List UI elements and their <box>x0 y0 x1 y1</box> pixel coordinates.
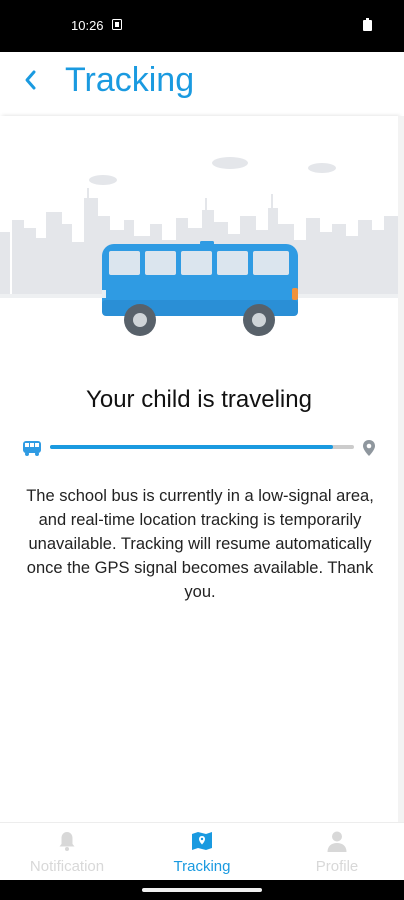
status-bar: 10:26 <box>0 0 404 52</box>
progress-fill <box>50 445 333 449</box>
bus-icon <box>102 241 298 336</box>
battery-icon <box>363 18 372 31</box>
status-time: 10:26 <box>71 18 104 33</box>
app-header <box>0 52 404 116</box>
home-indicator[interactable] <box>142 888 262 892</box>
cloud-icon <box>89 157 336 185</box>
tracking-unavailable-message: The school bus is currently in a low-sig… <box>26 487 374 601</box>
nav-item-tracking[interactable]: Tracking <box>135 823 269 881</box>
person-icon <box>327 831 347 852</box>
map-icon <box>192 832 212 850</box>
location-pin-icon <box>363 440 375 456</box>
nav-item-profile[interactable]: Profile <box>270 823 404 881</box>
trip-progress <box>20 438 380 460</box>
bus-icon <box>23 441 41 456</box>
back-button[interactable] <box>18 62 46 98</box>
bell-icon <box>59 832 75 851</box>
system-gesture-bar <box>0 880 404 900</box>
sim-icon <box>112 19 122 30</box>
nav-label-tracking: Tracking <box>173 858 231 875</box>
background-strip <box>398 116 404 822</box>
progress-track <box>50 445 354 449</box>
nav-item-notification[interactable]: Notification <box>0 823 134 881</box>
status-heading: Your child is traveling <box>86 386 312 413</box>
nav-label-profile: Profile <box>315 858 359 875</box>
page-title: Tracking <box>65 61 195 99</box>
nav-label-notification: Notification <box>29 858 105 875</box>
bus-illustration <box>0 157 398 336</box>
chevron-left-icon <box>25 70 36 90</box>
bottom-navigation: Notification Tracking Profile <box>0 822 404 881</box>
